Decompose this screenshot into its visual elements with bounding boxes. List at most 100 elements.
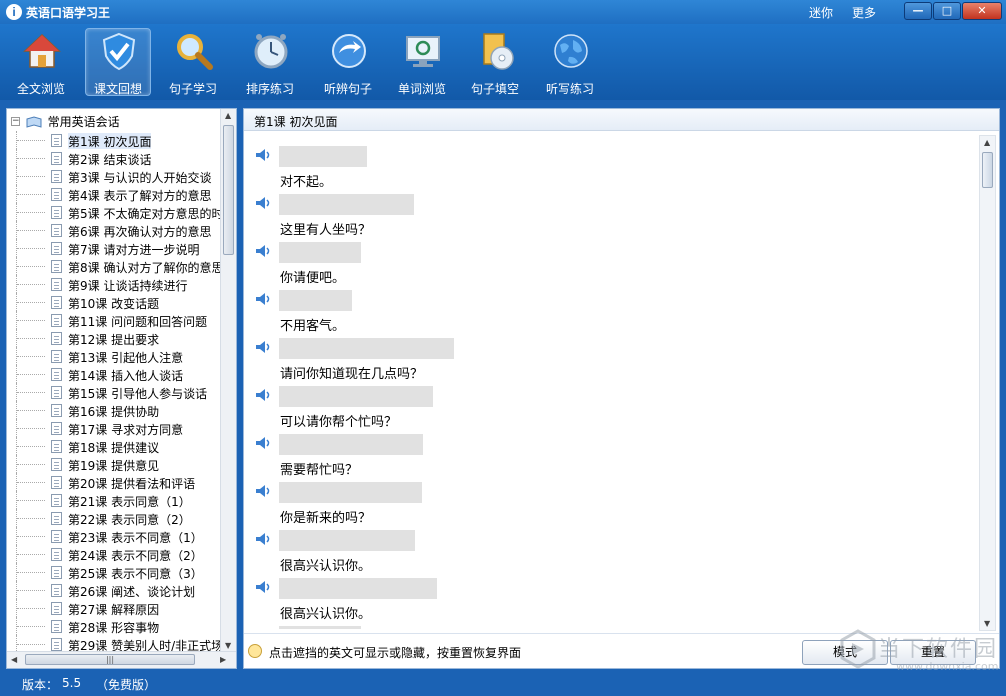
hidden-english-mask[interactable] <box>279 290 352 311</box>
tree-root-node[interactable]: − 常用英语会话 <box>11 113 120 129</box>
hidden-english-mask[interactable] <box>279 242 361 263</box>
tree-lesson-label: 第20课 提供看法和评语 <box>68 477 196 491</box>
tree-connector <box>16 599 46 617</box>
document-icon <box>51 350 62 363</box>
close-button[interactable]: ✕ <box>962 2 1002 20</box>
tree-connector <box>16 617 46 635</box>
tree-horizontal-scroll-thumb[interactable]: ||| <box>25 654 195 665</box>
toolbar-fill-blank-button[interactable]: 句子填空 <box>462 28 528 96</box>
hidden-english-mask[interactable] <box>279 578 437 599</box>
scroll-right-icon[interactable]: ▶ <box>220 655 226 664</box>
status-bar: 版本： 5.5 （免费版） <box>0 672 1006 696</box>
tree-horizontal-scrollbar[interactable]: ◀ ||| ▶ <box>7 651 236 668</box>
collapse-toggle[interactable]: − <box>11 117 20 126</box>
scroll-up-icon[interactable]: ▲ <box>984 138 990 147</box>
tree-lesson-label: 第27课 解释原因 <box>68 603 160 617</box>
scroll-down-icon[interactable]: ▼ <box>984 619 990 628</box>
tree-lesson-item[interactable]: 第27课 解释原因 <box>7 599 221 617</box>
tree-connector <box>16 563 46 581</box>
speaker-icon[interactable] <box>255 436 273 450</box>
tree-lesson-item[interactable]: 第11课 问问题和回答问题 <box>7 311 221 329</box>
tree-lesson-item[interactable]: 第7课 请对方进一步说明 <box>7 239 221 257</box>
toolbar-sentence-study-button[interactable]: 句子学习 <box>160 28 226 96</box>
tree-lesson-item[interactable]: 第14课 插入他人谈话 <box>7 365 221 383</box>
speaker-icon[interactable] <box>255 484 273 498</box>
tree-lesson-item[interactable]: 第23课 表示不同意（1） <box>7 527 221 545</box>
tree-lesson-item[interactable]: 第21课 表示同意（1） <box>7 491 221 509</box>
tree-lesson-item[interactable]: 第24课 表示不同意（2） <box>7 545 221 563</box>
tree-lesson-item[interactable]: 第26课 阐述、谈论计划 <box>7 581 221 599</box>
tree-lesson-label: 第19课 提供意见 <box>68 459 160 473</box>
tree-vertical-scrollbar[interactable]: ▲ ▼ <box>220 109 236 652</box>
tree-lesson-label: 第8课 确认对方了解你的意思 <box>68 261 221 275</box>
more-link[interactable]: 更多 <box>852 4 876 21</box>
mode-button[interactable]: 模式 <box>802 640 888 665</box>
tree-lesson-item[interactable]: 第22课 表示同意（2） <box>7 509 221 527</box>
tree-connector <box>16 527 46 545</box>
hidden-english-mask[interactable] <box>279 146 367 167</box>
toolbar-ordering-practice-button[interactable]: 排序练习 <box>237 28 303 96</box>
document-icon <box>51 404 62 417</box>
tree-lesson-item[interactable]: 第6课 再次确认对方的意思 <box>7 221 221 239</box>
hidden-english-mask[interactable] <box>279 626 361 629</box>
tree-vertical-scroll-thumb[interactable] <box>223 125 234 255</box>
speaker-icon[interactable] <box>255 148 273 162</box>
speaker-icon[interactable] <box>255 196 273 210</box>
speaker-icon[interactable] <box>255 532 273 546</box>
speaker-icon[interactable] <box>255 628 273 629</box>
tree-lesson-item[interactable]: 第10课 改变话题 <box>7 293 221 311</box>
content-vertical-scrollbar[interactable]: ▲ ▼ <box>979 135 996 631</box>
toolbar-listen-sentence-button[interactable]: 听辨句子 <box>315 28 381 96</box>
tree-lesson-item[interactable]: 第1课 初次见面 <box>7 131 221 149</box>
mini-mode-link[interactable]: 迷你 <box>809 4 833 21</box>
tree-lesson-item[interactable]: 第28课 形容事物 <box>7 617 221 635</box>
content-vertical-scroll-thumb[interactable] <box>982 152 993 188</box>
toolbar-dictation-button[interactable]: 听写练习 <box>537 28 603 96</box>
document-icon <box>51 512 62 525</box>
hidden-english-mask[interactable] <box>279 386 433 407</box>
reset-button[interactable]: 重置 <box>890 640 976 665</box>
scroll-left-icon[interactable]: ◀ <box>11 655 17 664</box>
tree-lesson-item[interactable]: 第2课 结束谈话 <box>7 149 221 167</box>
tree-lesson-item[interactable]: 第9课 让谈话持续进行 <box>7 275 221 293</box>
tree-lesson-item[interactable]: 第18课 提供建议 <box>7 437 221 455</box>
hidden-english-mask[interactable] <box>279 194 414 215</box>
tree-connector <box>16 239 46 257</box>
scroll-up-icon[interactable]: ▲ <box>225 111 231 120</box>
tree-connector <box>16 581 46 599</box>
tree-lesson-item[interactable]: 第17课 寻求对方同意 <box>7 419 221 437</box>
tree-connector <box>16 293 46 311</box>
hidden-english-mask[interactable] <box>279 482 422 503</box>
speaker-icon[interactable] <box>255 580 273 594</box>
sentence-item: 请问你知道现在几点吗？ <box>244 325 981 382</box>
tree-lesson-item[interactable]: 第12课 提出要求 <box>7 329 221 347</box>
tree-lesson-item[interactable]: 第16课 提供协助 <box>7 401 221 419</box>
tree-lesson-item[interactable]: 第13课 引起他人注意 <box>7 347 221 365</box>
hidden-english-mask[interactable] <box>279 434 423 455</box>
speaker-icon[interactable] <box>255 388 273 402</box>
speaker-icon[interactable] <box>255 244 273 258</box>
tree-lesson-item[interactable]: 第4课 表示了解对方的意思 <box>7 185 221 203</box>
toolbar-word-browse-button[interactable]: 单词浏览 <box>389 28 455 96</box>
document-icon <box>51 530 62 543</box>
monitor-icon <box>406 36 440 67</box>
tree-lesson-item[interactable]: 第25课 表示不同意（3） <box>7 563 221 581</box>
speaker-icon[interactable] <box>255 292 273 306</box>
tree-lesson-item[interactable]: 第15课 引导他人参与谈话 <box>7 383 221 401</box>
toolbar-full-text-button[interactable]: 全文浏览 <box>8 28 74 96</box>
tree-lesson-item[interactable]: 第20课 提供看法和评语 <box>7 473 221 491</box>
tree-lesson-item[interactable]: 第5课 不太确定对方意思的时 <box>7 203 221 221</box>
tree-connector <box>16 275 46 293</box>
hidden-english-mask[interactable] <box>279 530 415 551</box>
minimize-button[interactable]: — <box>904 2 932 20</box>
hidden-english-mask[interactable] <box>279 338 454 359</box>
scroll-down-icon[interactable]: ▼ <box>225 641 231 650</box>
tree-lesson-label: 第5课 不太确定对方意思的时 <box>68 207 221 221</box>
tree-lesson-item[interactable]: 第3课 与认识的人开始交谈 <box>7 167 221 185</box>
toolbar-text-recall-button[interactable]: 课文回想 <box>85 28 151 96</box>
edition-label: （免费版） <box>96 678 157 692</box>
tree-lesson-item[interactable]: 第19课 提供意见 <box>7 455 221 473</box>
speaker-icon[interactable] <box>255 340 273 354</box>
maximize-button[interactable]: □ <box>933 2 961 20</box>
tree-lesson-item[interactable]: 第8课 确认对方了解你的意思 <box>7 257 221 275</box>
